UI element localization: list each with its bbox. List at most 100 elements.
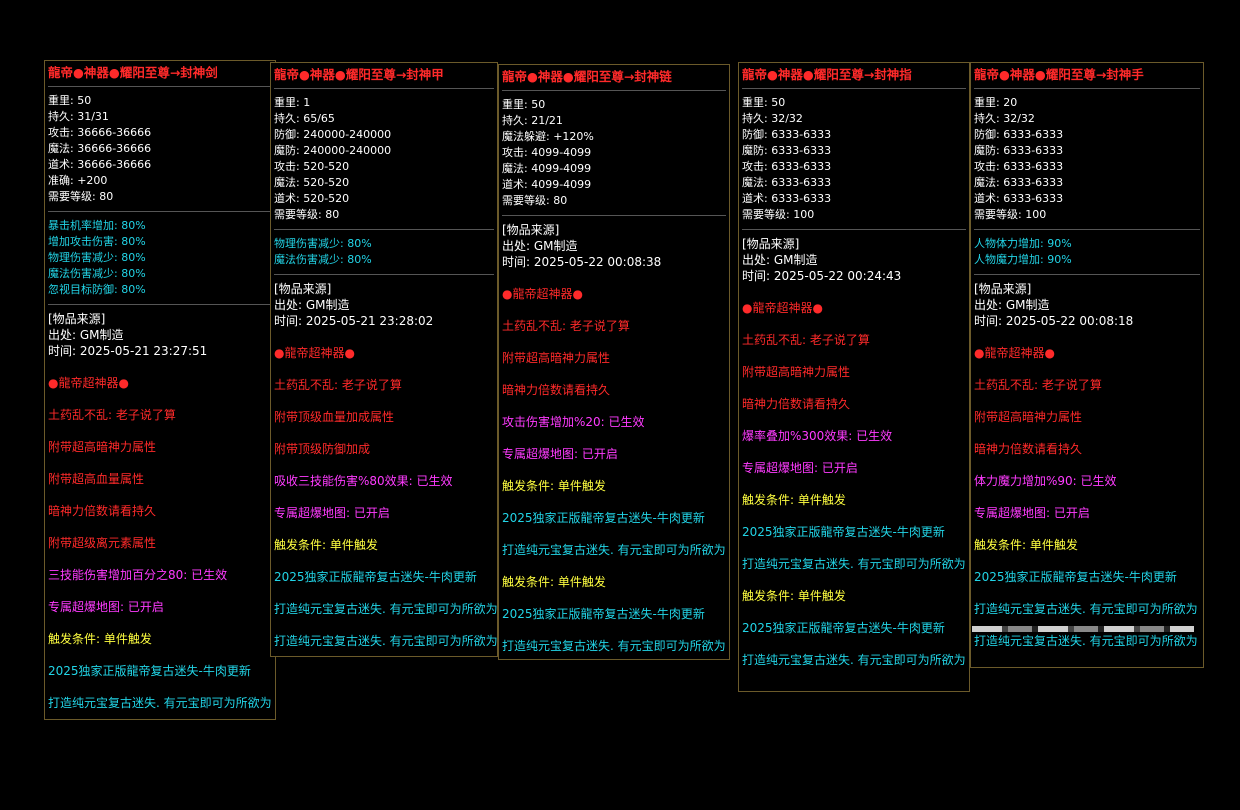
effect-line: 专属超爆地图: 已开启 xyxy=(502,447,618,461)
item-title: 龍帝●神器●耀阳至尊→封神链 xyxy=(502,69,726,91)
source-line: 时间: 2025-05-22 00:08:18 xyxy=(974,314,1134,328)
stat-line: 重里: 50 xyxy=(502,98,546,111)
stat-line: 道术: 6333-6333 xyxy=(742,192,832,205)
effect-line: 暗神力倍数请看持久 xyxy=(742,397,851,411)
effect-line: 附带超高血量属性 xyxy=(48,472,145,486)
stat-line: 持久: 32/32 xyxy=(742,112,803,125)
stat-line: 持久: 65/65 xyxy=(274,112,335,125)
effect-line: 土药乱不乱: 老子说了算 xyxy=(742,333,870,347)
item-title: 龍帝●神器●耀阳至尊→封神手 xyxy=(974,67,1200,89)
effect-line: 爆率叠加%300效果: 已生效 xyxy=(742,429,893,443)
stat-line: 魔防: 6333-6333 xyxy=(974,144,1064,157)
source-line: [物品来源] xyxy=(48,312,106,326)
bonus-line: 魔法伤害减少: 80% xyxy=(274,253,372,266)
item-effects: ●龍帝超神器● 土药乱不乱: 老子说了算 附带超高暗神力属性 暗神力倍数请看持久 攻击伤… xyxy=(502,286,726,654)
bonus-line: 忽视目标防御: 80% xyxy=(48,283,146,296)
effect-line: 体力魔力增加%90: 已生效 xyxy=(974,474,1117,488)
effect-line: 打造纯元宝复古迷失. 有元宝即可为所欲为 xyxy=(742,557,966,571)
effect-line: 2025独家正版龍帝复古迷失-牛肉更新 xyxy=(974,570,1177,584)
bonus-line: 人物体力增加: 90% xyxy=(974,237,1072,250)
source-line: 出处: GM制造 xyxy=(502,239,578,253)
effect-line: 专属超爆地图: 已开启 xyxy=(48,600,164,614)
stat-line: 攻击: 4099-4099 xyxy=(502,146,592,159)
effect-line: 打造纯元宝复古迷失. 有元宝即可为所欲为 xyxy=(502,543,726,557)
effect-line: 打造纯元宝复古迷失. 有元宝即可为所欲为 xyxy=(502,639,726,653)
source-line: 出处: GM制造 xyxy=(48,328,124,342)
source-line: [物品来源] xyxy=(502,223,560,237)
effect-line: 2025独家正版龍帝复古迷失-牛肉更新 xyxy=(274,570,477,584)
stat-line: 持久: 31/31 xyxy=(48,110,109,123)
stat-line: 需要等级: 100 xyxy=(974,208,1047,221)
item-tooltip-panel: 龍帝●神器●耀阳至尊→封神甲 重里: 1 持久: 65/65 防御: 240000-2… xyxy=(270,62,498,657)
effect-line: 附带超高暗神力属性 xyxy=(742,365,851,379)
effect-line: 触发条件: 单件触发 xyxy=(48,632,152,646)
item-stats: 重里: 50 持久: 21/21 魔法躲避: +120% 攻击: 4099-4099 魔… xyxy=(502,97,726,216)
source-line: 时间: 2025-05-22 00:08:38 xyxy=(502,255,662,269)
effect-line: 土药乱不乱: 老子说了算 xyxy=(48,408,176,422)
item-stats: 重里: 1 持久: 65/65 防御: 240000-240000 魔防: 24000… xyxy=(274,95,494,230)
effect-line: 附带超高暗神力属性 xyxy=(48,440,157,454)
effect-line: 三技能伤害增加百分之80: 已生效 xyxy=(48,568,228,582)
effect-line: 触发条件: 单件触发 xyxy=(742,589,846,603)
effect-line: 暗神力倍数请看持久 xyxy=(502,383,611,397)
effect-line: 附带顶级防御加成 xyxy=(274,442,371,456)
effect-line: ●龍帝超神器● xyxy=(742,301,823,315)
effect-line: 触发条件: 单件触发 xyxy=(974,538,1078,552)
stat-line: 持久: 32/32 xyxy=(974,112,1035,125)
effect-line: ●龍帝超神器● xyxy=(48,376,129,390)
source-line: [物品来源] xyxy=(274,282,332,296)
source-line: 出处: GM制造 xyxy=(274,298,350,312)
effect-line: 吸收三技能伤害%80效果: 已生效 xyxy=(274,474,453,488)
item-title: 龍帝●神器●耀阳至尊→封神剑 xyxy=(48,65,272,87)
effect-line: 附带超高暗神力属性 xyxy=(974,410,1083,424)
stat-line: 攻击: 6333-6333 xyxy=(974,160,1064,173)
source-line: 出处: GM制造 xyxy=(742,253,818,267)
effect-line: ●龍帝超神器● xyxy=(974,346,1055,360)
stat-line: 防御: 6333-6333 xyxy=(974,128,1064,141)
stat-line: 重里: 1 xyxy=(274,96,311,109)
effect-line: 土药乱不乱: 老子说了算 xyxy=(974,378,1102,392)
item-effects: ●龍帝超神器● 土药乱不乱: 老子说了算 附带顶级血量加成属性 附带顶级防御加成 吸收三… xyxy=(274,345,498,649)
effect-line: 攻击伤害增加%20: 已生效 xyxy=(502,415,645,429)
stat-line: 准确: +200 xyxy=(48,174,108,187)
stat-line: 防御: 6333-6333 xyxy=(742,128,832,141)
source-line: [物品来源] xyxy=(974,282,1032,296)
item-source: [物品来源] 出处: GM制造时间: 2025-05-22 00:08:38 xyxy=(502,222,726,270)
item-title: 龍帝●神器●耀阳至尊→封神指 xyxy=(742,67,966,89)
effect-line: 专属超爆地图: 已开启 xyxy=(742,461,858,475)
stat-line: 需要等级: 80 xyxy=(502,194,568,207)
effect-line: 专属超爆地图: 已开启 xyxy=(274,506,390,520)
stat-line: 需要等级: 80 xyxy=(48,190,114,203)
effect-line: 打造纯元宝复古迷失. 有元宝即可为所欲为 xyxy=(974,634,1198,648)
bonus-line: 暴击机率增加: 80% xyxy=(48,219,146,232)
effect-line: 打造纯元宝复古迷失. 有元宝即可为所欲为 xyxy=(274,602,498,616)
item-effects: ●龍帝超神器● 土药乱不乱: 老子说了算 附带超高暗神力属性 暗神力倍数请看持久 体力魔… xyxy=(974,345,1200,649)
item-tooltip-panel: 龍帝●神器●耀阳至尊→封神链 重里: 50 持久: 21/21 魔法躲避: +120%… xyxy=(498,64,730,660)
item-tooltip-panel: 龍帝●神器●耀阳至尊→封神手重里: 20 持久: 32/32 防御: 6333-63… xyxy=(970,62,1204,668)
stat-line: 防御: 240000-240000 xyxy=(274,128,392,141)
item-tooltip-panel: 龍帝●神器●耀阳至尊→封神剑 重里: 50 持久: 31/31 攻击: 36666-3… xyxy=(44,60,276,720)
source-line: [物品来源] xyxy=(742,237,800,251)
stat-line: 魔防: 240000-240000 xyxy=(274,144,392,157)
bonus-line: 物理伤害减少: 80% xyxy=(274,237,372,250)
stat-line: 道术: 4099-4099 xyxy=(502,178,592,191)
stat-line: 魔法: 6333-6333 xyxy=(974,176,1064,189)
effect-line: 触发条件: 单件触发 xyxy=(742,493,846,507)
source-line: 时间: 2025-05-21 23:28:02 xyxy=(274,314,434,328)
effect-line: 打造纯元宝复古迷失. 有元宝即可为所欲为 xyxy=(742,653,966,667)
stat-line: 攻击: 6333-6333 xyxy=(742,160,832,173)
stat-line: 魔法躲避: +120% xyxy=(502,130,594,143)
bonus-line: 人物魔力增加: 90% xyxy=(974,253,1072,266)
bonus-line: 物理伤害减少: 80% xyxy=(48,251,146,264)
stat-line: 重里: 20 xyxy=(974,96,1018,109)
item-stats: 重里: 50 持久: 32/32 防御: 6333-6333 魔防: 6333-633… xyxy=(742,95,966,230)
effect-line: ●龍帝超神器● xyxy=(502,287,583,301)
stat-line: 道术: 520-520 xyxy=(274,192,350,205)
stat-line: 重里: 50 xyxy=(742,96,786,109)
effect-line: 土药乱不乱: 老子说了算 xyxy=(274,378,402,392)
stat-line: 攻击: 36666-36666 xyxy=(48,126,152,139)
stat-line: 魔法: 520-520 xyxy=(274,176,350,189)
stat-line: 魔法: 4099-4099 xyxy=(502,162,592,175)
item-effects: ●龍帝超神器● 土药乱不乱: 老子说了算 附带超高暗神力属性 附带超高血量属性 暗神力倍… xyxy=(48,375,272,711)
effect-line: 2025独家正版龍帝复古迷失-牛肉更新 xyxy=(48,664,251,678)
